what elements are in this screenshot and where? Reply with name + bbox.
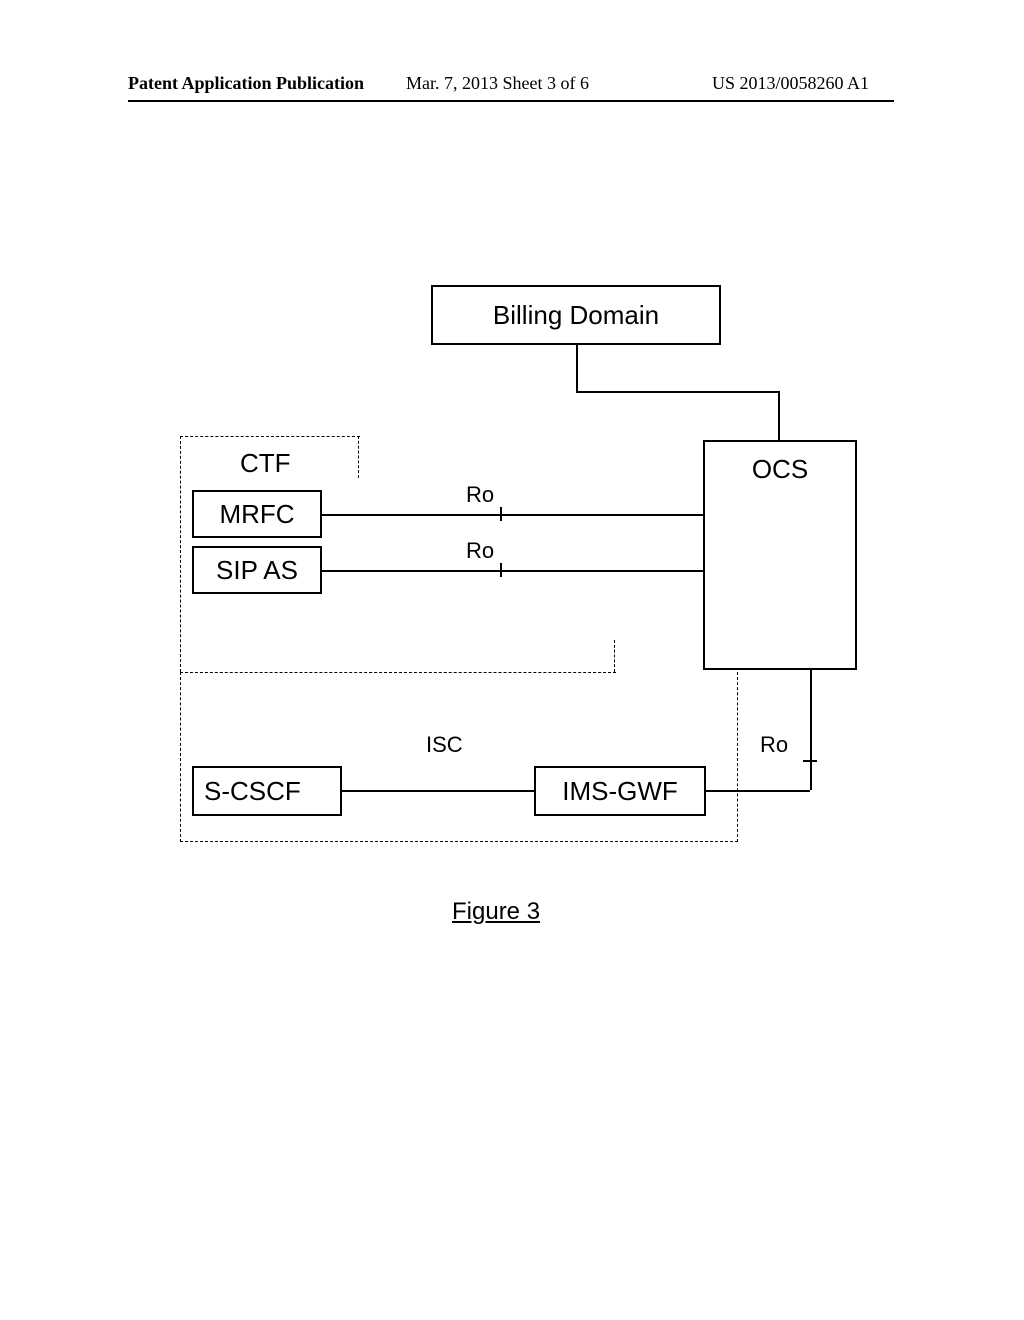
label-s-cscf: S-CSCF (204, 778, 301, 804)
box-s-cscf: S-CSCF (192, 766, 342, 816)
tick-ro-imsgwf (803, 760, 817, 762)
label-ro-sipas: Ro (466, 540, 494, 562)
label-ro-imsgwf: Ro (760, 734, 788, 756)
label-ro-mrfc: Ro (466, 484, 494, 506)
label-isc: ISC (426, 734, 463, 756)
box-ocs: OCS (703, 440, 857, 670)
ctf-group-border (358, 436, 359, 478)
page-root: Patent Application Publication Mar. 7, 2… (0, 0, 1024, 1320)
label-ocs: OCS (752, 456, 808, 482)
label-ctf: CTF (240, 450, 291, 476)
tick-ro-sipas (500, 563, 502, 577)
label-ims-gwf: IMS-GWF (562, 778, 678, 804)
label-mrfc: MRFC (219, 501, 294, 527)
connector-sipas-ocs (322, 570, 703, 572)
lower-group-border (180, 672, 738, 842)
ctf-group-border (614, 640, 615, 672)
box-ims-gwf: IMS-GWF (534, 766, 706, 816)
connector-imsgwf-ocs (810, 670, 812, 790)
diagram-canvas: Billing Domain CTF MRFC SIP AS OCS S-CSC… (0, 0, 1024, 1320)
connector-mrfc-ocs (322, 514, 703, 516)
ctf-group-border (180, 436, 360, 437)
connector-billing-ocs (778, 391, 780, 440)
connector-billing-ocs (576, 345, 578, 391)
figure-caption: Figure 3 (452, 900, 540, 924)
ctf-group-border (180, 436, 181, 672)
box-billing-domain: Billing Domain (431, 285, 721, 345)
label-sip-as: SIP AS (216, 557, 298, 583)
box-mrfc: MRFC (192, 490, 322, 538)
label-billing-domain: Billing Domain (493, 302, 659, 328)
box-sip-as: SIP AS (192, 546, 322, 594)
tick-ro-mrfc (500, 507, 502, 521)
connector-billing-ocs (576, 391, 778, 393)
